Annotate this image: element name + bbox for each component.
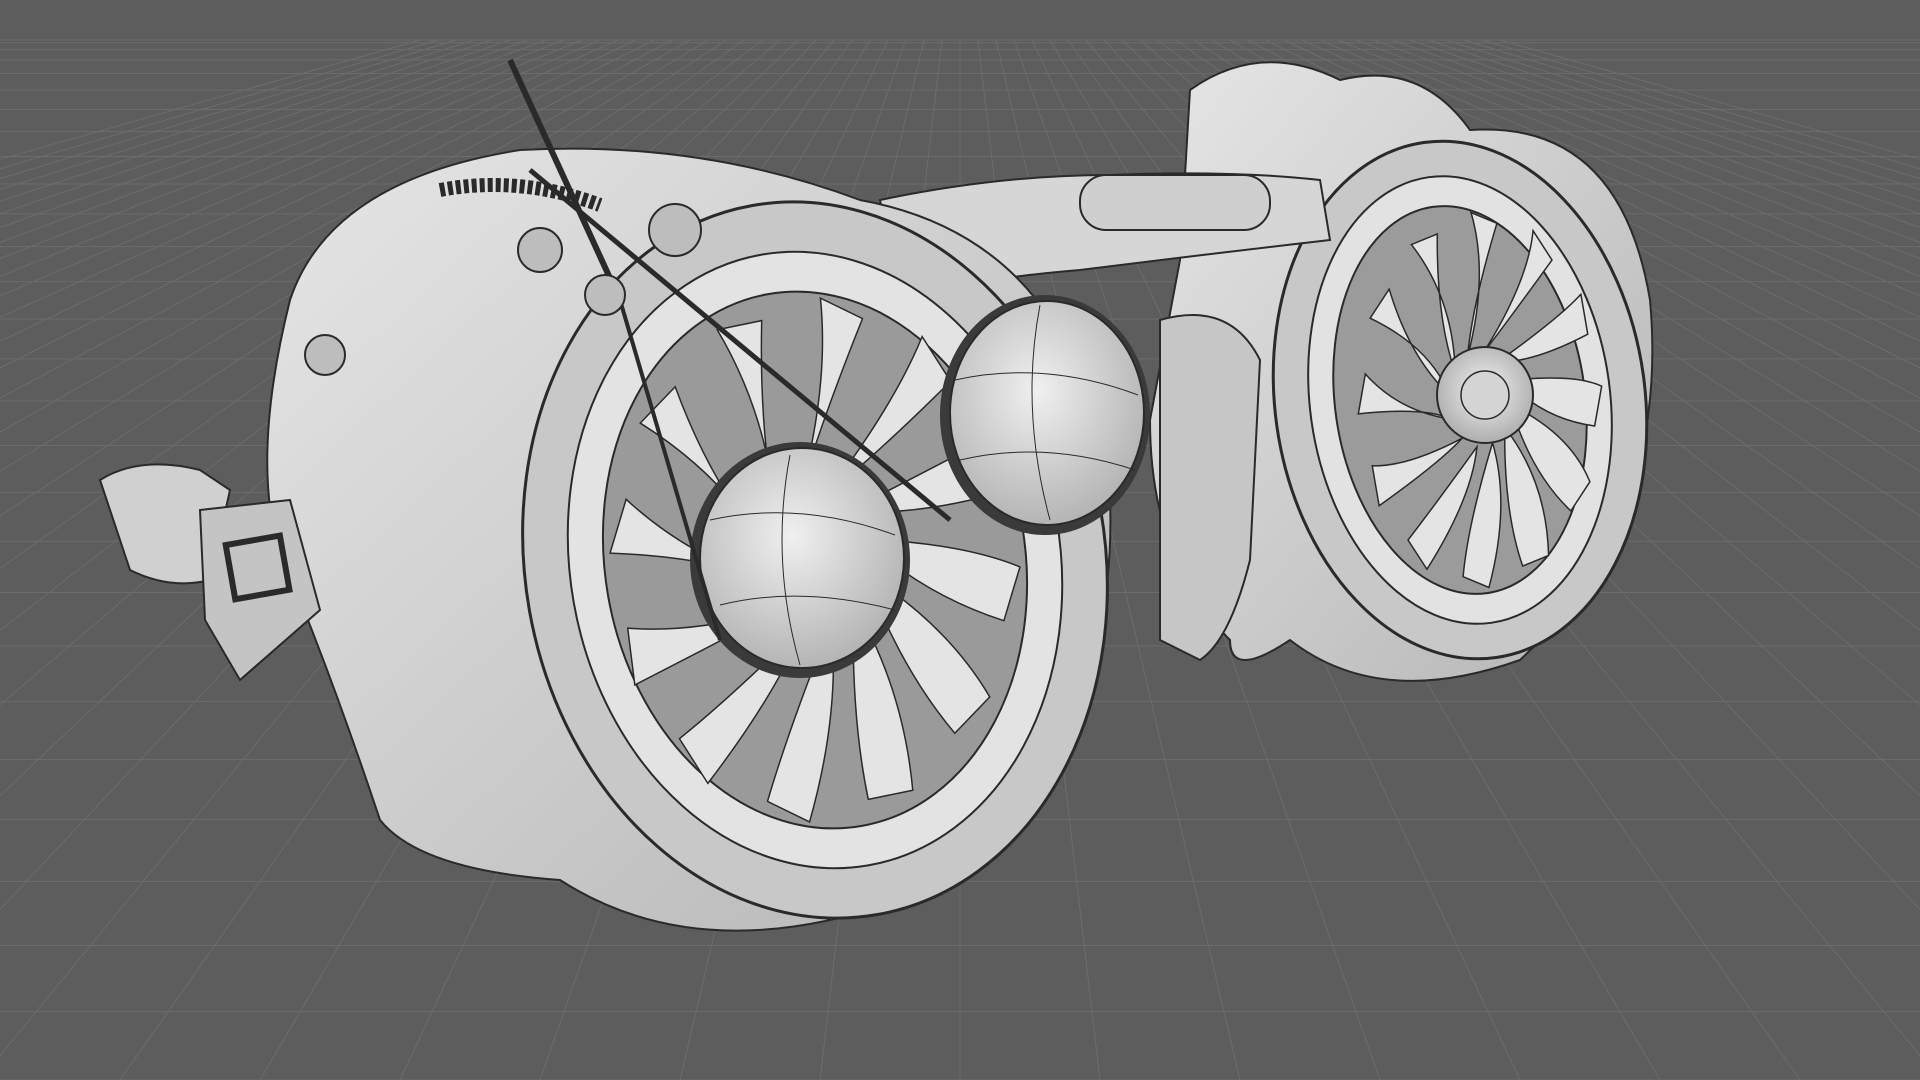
- 3d-viewport[interactable]: [0, 0, 1920, 1080]
- right-lens-icon[interactable]: [940, 295, 1150, 535]
- scene-canvas[interactable]: [0, 0, 1920, 1080]
- left-lens-icon[interactable]: [690, 442, 910, 678]
